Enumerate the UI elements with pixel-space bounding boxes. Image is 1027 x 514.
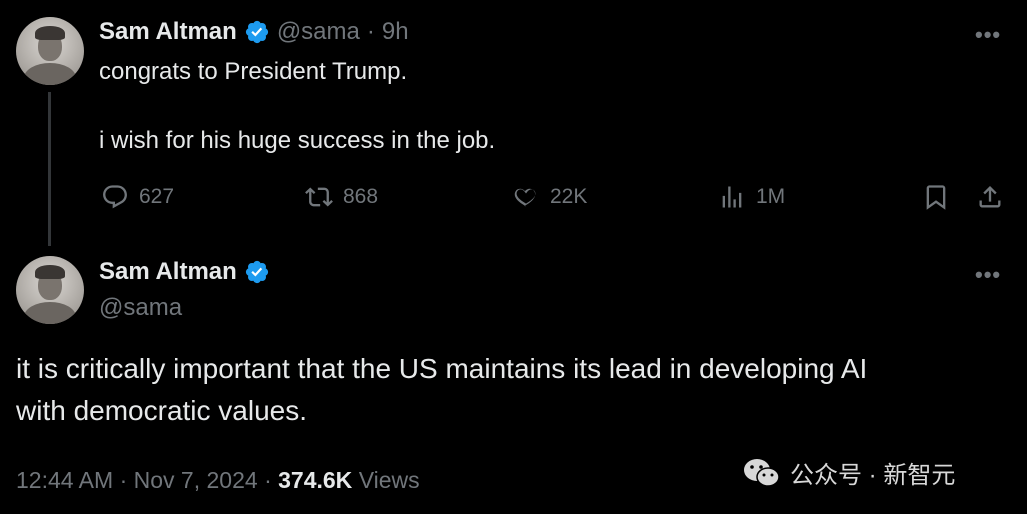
verified-badge-icon bbox=[244, 259, 270, 285]
more-options-icon[interactable]: ••• bbox=[975, 22, 1001, 48]
separator-dot: · bbox=[119, 467, 134, 493]
avatar[interactable] bbox=[16, 256, 84, 324]
reply-count: 627 bbox=[139, 185, 175, 208]
watermark: 公众号 · 新智元 bbox=[742, 455, 955, 490]
reply-button[interactable]: 627 bbox=[101, 183, 174, 211]
tweet2-meta: 12:44 AM · Nov 7, 2024 · 374.6K Views bbox=[16, 467, 420, 494]
retweet-count: 868 bbox=[343, 185, 379, 208]
post-date[interactable]: Nov 7, 2024 bbox=[134, 467, 258, 493]
like-button[interactable]: 22K bbox=[512, 183, 587, 211]
separator-dot: · bbox=[366, 18, 375, 45]
reply-icon bbox=[103, 185, 127, 209]
separator-dot: · bbox=[264, 467, 279, 493]
share-icon bbox=[979, 186, 1001, 208]
views-count: 1M bbox=[756, 185, 786, 208]
verified-badge-icon bbox=[244, 19, 270, 45]
display-name[interactable]: Sam Altman bbox=[99, 18, 237, 46]
analytics-icon bbox=[722, 186, 742, 208]
bookmark-button[interactable] bbox=[922, 183, 950, 216]
views-button[interactable]: 1M bbox=[718, 183, 785, 211]
post-time[interactable]: 12:44 AM bbox=[16, 467, 113, 493]
tweet2-header: Sam Altman bbox=[99, 258, 270, 286]
tweet2-text-line2: with democratic values. bbox=[16, 395, 308, 426]
retweet-icon bbox=[305, 187, 333, 207]
retweet-button[interactable]: 868 bbox=[305, 183, 378, 211]
handle[interactable]: @sama bbox=[277, 18, 360, 46]
bookmark-icon bbox=[926, 185, 946, 210]
share-button[interactable] bbox=[976, 183, 1004, 216]
post-time[interactable]: 9h bbox=[382, 18, 409, 46]
tweet1-text-line2: i wish for his huge success in the job. bbox=[99, 127, 496, 154]
like-count: 22K bbox=[550, 185, 588, 208]
tweet1-text-line1: congrats to President Trump. bbox=[99, 58, 408, 85]
more-options-icon[interactable]: ••• bbox=[975, 262, 1001, 288]
avatar[interactable] bbox=[16, 17, 84, 85]
display-name[interactable]: Sam Altman bbox=[99, 258, 237, 286]
views-label: Views bbox=[358, 467, 420, 493]
heart-icon bbox=[514, 188, 536, 207]
thread-connector-line bbox=[48, 92, 51, 246]
tweet1-header: Sam Altman @sama · 9h bbox=[99, 18, 409, 46]
view-count: 374.6K bbox=[278, 467, 353, 493]
handle[interactable]: @sama bbox=[99, 294, 182, 322]
watermark-text: 公众号 · 新智元 bbox=[790, 462, 956, 489]
tweet2-text-line1: it is critically important that the US m… bbox=[16, 353, 868, 384]
wechat-icon bbox=[744, 458, 780, 487]
